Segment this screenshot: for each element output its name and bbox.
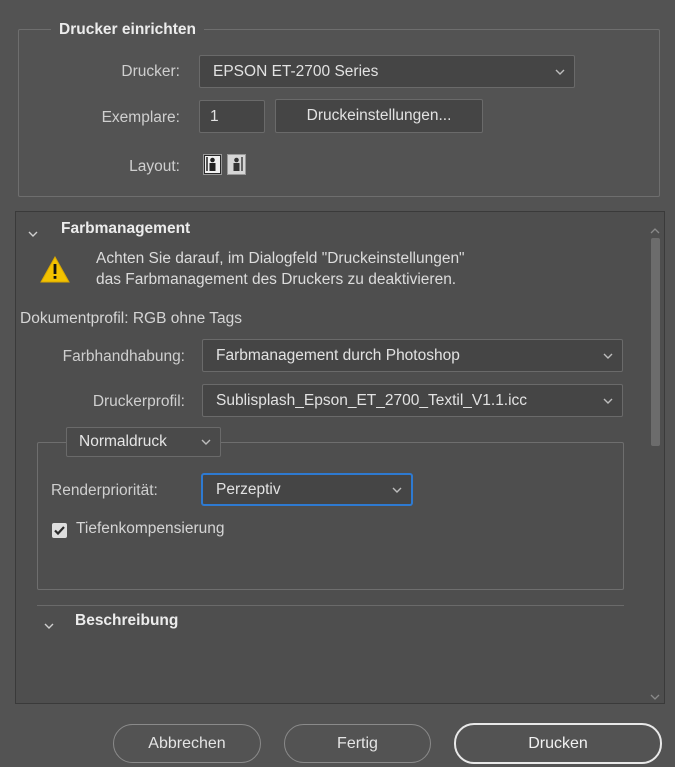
scroll-down-icon[interactable] — [650, 688, 660, 700]
printer-select[interactable]: EPSON ET-2700 Series — [199, 55, 575, 88]
color-handling-value: Farbmanagement durch Photoshop — [216, 346, 460, 364]
rendering-intent-value: Perzeptiv — [216, 480, 281, 498]
print-button[interactable]: Drucken — [454, 723, 662, 764]
black-point-checkbox[interactable] — [52, 523, 67, 538]
disclosure-chevron-icon[interactable] — [27, 225, 39, 237]
color-management-title: Farbmanagement — [61, 220, 191, 237]
done-button[interactable]: Fertig — [284, 724, 431, 763]
scroll-up-icon[interactable] — [650, 222, 660, 234]
portrait-layout-icon[interactable] — [203, 154, 222, 175]
copies-label: Exemplare: — [101, 109, 180, 126]
printer-profile-value: Sublisplash_Epson_ET_2700_Textil_V1.1.ic… — [216, 391, 528, 409]
chevron-down-icon — [602, 352, 614, 360]
layout-label: Layout: — [129, 158, 180, 175]
section-divider — [37, 605, 624, 606]
print-mode-select[interactable]: Normaldruck — [66, 427, 221, 457]
warning-line-2: das Farbmanagement des Druckers zu deakt… — [96, 271, 457, 288]
color-handling-label: Farbhandhabung: — [62, 348, 185, 365]
rendering-intent-label: Renderpriorität: — [51, 482, 158, 499]
chevron-down-icon — [200, 438, 212, 446]
print-settings-button[interactable]: Druckeinstellungen... — [275, 99, 483, 133]
cancel-button[interactable]: Abbrechen — [113, 724, 261, 763]
disclosure-chevron-icon[interactable] — [43, 617, 55, 629]
print-dialog: Drucker einrichten Drucker: EPSON ET-270… — [0, 0, 675, 767]
print-mode-value: Normaldruck — [79, 433, 167, 450]
copies-field-value: 1 — [210, 108, 219, 125]
copies-field[interactable]: 1 — [199, 100, 265, 133]
printer-label: Drucker: — [121, 63, 180, 80]
color-management-panel[interactable]: Farbmanagement Achten Sie darauf, im Dia… — [15, 211, 665, 704]
printer-setup-legend: Drucker einrichten — [51, 21, 204, 39]
black-point-label[interactable]: Tiefenkompensierung — [76, 520, 224, 538]
warning-line-1: Achten Sie darauf, im Dialogfeld "Drucke… — [96, 250, 465, 267]
document-profile-text: Dokumentprofil: RGB ohne Tags — [20, 310, 242, 327]
chevron-down-icon — [391, 486, 403, 494]
rendering-intent-select[interactable]: Perzeptiv — [202, 474, 412, 505]
scrollbar-thumb[interactable] — [651, 238, 660, 446]
landscape-layout-icon[interactable] — [227, 154, 246, 175]
print-mode-group — [37, 442, 624, 590]
warning-icon — [40, 255, 70, 283]
color-handling-select[interactable]: Farbmanagement durch Photoshop — [202, 339, 623, 372]
printer-profile-label: Druckerprofil: — [92, 393, 185, 410]
chevron-down-icon — [602, 397, 614, 405]
printer-profile-select[interactable]: Sublisplash_Epson_ET_2700_Textil_V1.1.ic… — [202, 384, 623, 417]
vertical-scrollbar[interactable] — [648, 216, 662, 701]
description-title: Beschreibung — [75, 612, 179, 629]
printer-select-value: EPSON ET-2700 Series — [213, 62, 379, 80]
chevron-down-icon — [554, 68, 566, 76]
